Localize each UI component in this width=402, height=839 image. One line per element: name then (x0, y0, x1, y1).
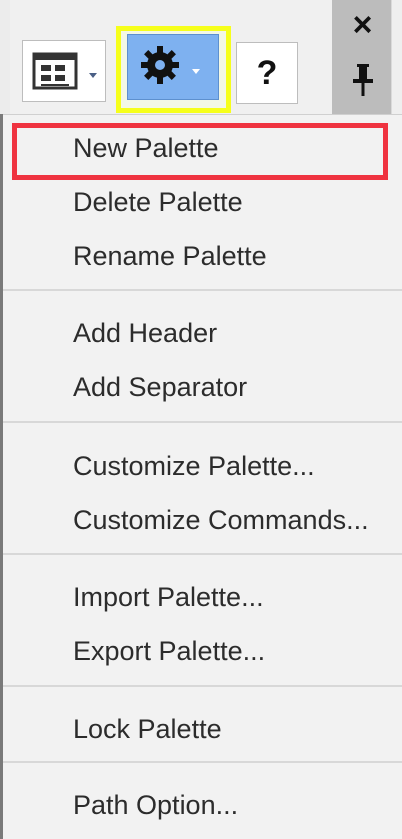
gear-icon (138, 43, 182, 92)
pin-icon (349, 61, 377, 104)
menu-item-rename-palette[interactable]: Rename Palette (73, 236, 267, 276)
chevron-down-icon (89, 72, 97, 78)
layout-icon (31, 51, 79, 91)
layout-dropdown-button[interactable] (22, 40, 106, 102)
toolbar-left-gap (0, 0, 10, 114)
menu-item-add-header[interactable]: Add Header (73, 313, 217, 353)
menu-item-customize-palette[interactable]: Customize Palette... (73, 446, 315, 486)
menu-separator (3, 553, 402, 555)
chevron-down-icon (192, 68, 200, 74)
close-button[interactable]: × (332, 0, 393, 50)
toolbar-right-gap (391, 0, 402, 114)
window-control-panel: × (332, 0, 393, 114)
menu-separator (3, 421, 402, 423)
menu-separator (3, 289, 402, 291)
menu-item-customize-commands[interactable]: Customize Commands... (73, 500, 369, 540)
menu-item-import-palette[interactable]: Import Palette... (73, 577, 264, 617)
settings-dropdown-button[interactable] (127, 34, 219, 100)
menu-item-lock-palette[interactable]: Lock Palette (73, 709, 222, 749)
palette-options-menu: New Palette Delete Palette Rename Palett… (3, 114, 402, 839)
menu-item-export-palette[interactable]: Export Palette... (73, 631, 265, 671)
help-button[interactable]: ? (236, 42, 298, 104)
menu-separator (3, 761, 402, 763)
palette-options-window: ? × New Palette Delete Palette Rename Pa… (0, 0, 402, 839)
palette-toolbar: ? × (0, 0, 402, 114)
menu-item-new-palette[interactable]: New Palette (73, 128, 219, 168)
menu-item-delete-palette[interactable]: Delete Palette (73, 182, 243, 222)
pin-button[interactable] (332, 55, 393, 109)
menu-separator (3, 685, 402, 687)
menu-item-path-option[interactable]: Path Option... (73, 785, 238, 825)
menu-item-add-separator[interactable]: Add Separator (73, 367, 247, 407)
